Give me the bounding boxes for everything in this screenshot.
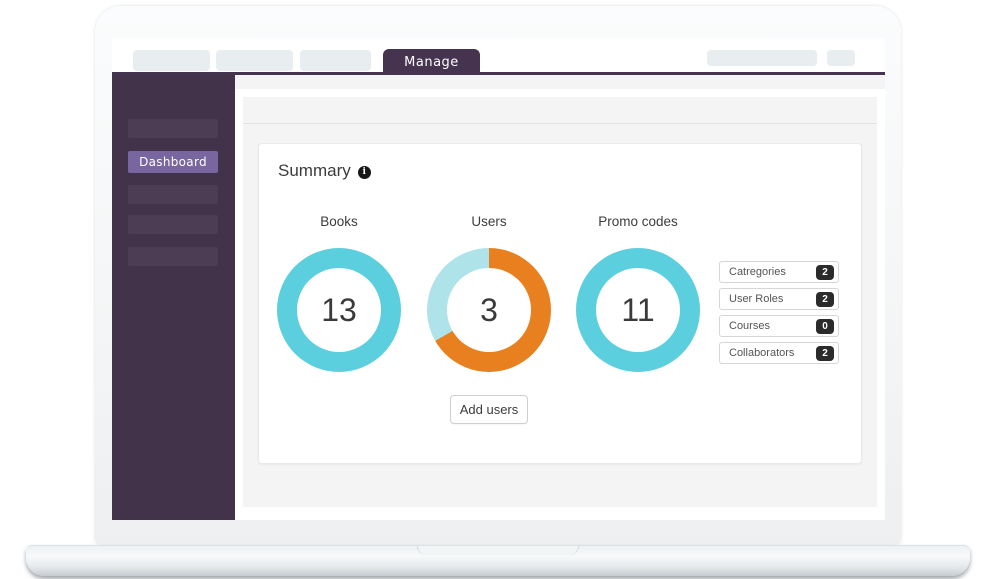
tab-placeholder-3[interactable] <box>300 50 371 71</box>
summary-card: Summary i Books Users Promo codes 13 <box>258 143 862 464</box>
stat-item-courses[interactable]: Courses 0 <box>719 315 839 337</box>
donut-value-users: 3 <box>480 292 498 329</box>
topbar-placeholder-right-1 <box>707 50 817 66</box>
tab-manage[interactable]: Manage <box>383 49 480 75</box>
sidebar: Dashboard <box>112 75 235 520</box>
stat-item-user-roles[interactable]: User Roles 2 <box>719 288 839 310</box>
donut-chart-promo-codes: 11 <box>576 248 700 372</box>
laptop-base-notch <box>417 546 579 555</box>
topbar-placeholder-right-2 <box>827 50 855 66</box>
sidebar-item-placeholder-1[interactable] <box>128 119 218 138</box>
stat-count-badge: 0 <box>816 319 834 334</box>
donut-value-books: 13 <box>321 292 357 329</box>
tabbar-underline <box>112 72 885 75</box>
info-icon[interactable]: i <box>358 166 371 179</box>
chart-label-users: Users <box>427 214 551 229</box>
tab-placeholder-2[interactable] <box>216 50 293 71</box>
stat-label: Collaborators <box>729 347 794 359</box>
donut-chart-users: 3 <box>427 248 551 372</box>
stat-count-badge: 2 <box>816 292 834 307</box>
stat-list: Catregories 2 User Roles 2 Courses 0 <box>719 261 839 369</box>
stat-count-badge: 2 <box>816 265 834 280</box>
sidebar-item-placeholder-2[interactable] <box>128 185 218 204</box>
sidebar-item-placeholder-4[interactable] <box>128 247 218 266</box>
summary-title: Summary <box>278 161 351 181</box>
tab-placeholder-1[interactable] <box>133 50 210 71</box>
donut-chart-books: 13 <box>277 248 401 372</box>
laptop-base <box>26 545 970 576</box>
sidebar-item-placeholder-3[interactable] <box>128 215 218 234</box>
chart-label-books: Books <box>277 214 401 229</box>
donut-hole: 11 <box>596 268 680 352</box>
stat-count-badge: 2 <box>816 346 834 361</box>
laptop-frame: Manage Dashboard Su <box>95 6 901 545</box>
add-users-button[interactable]: Add users <box>450 395 528 424</box>
donut-hole: 13 <box>297 268 381 352</box>
content-top-strip <box>235 75 885 89</box>
page: Manage Dashboard Su <box>0 0 997 579</box>
chart-label-promo-codes: Promo codes <box>576 214 700 229</box>
content-panel: Summary i Books Users Promo codes 13 <box>243 97 877 507</box>
donut-value-promo-codes: 11 <box>621 292 654 329</box>
stat-item-categories[interactable]: Catregories 2 <box>719 261 839 283</box>
top-tab-bar: Manage <box>112 38 885 72</box>
sidebar-item-dashboard[interactable]: Dashboard <box>128 151 218 173</box>
main-content: Summary i Books Users Promo codes 13 <box>235 75 885 520</box>
stat-label: Catregories <box>729 266 786 278</box>
stat-label: Courses <box>729 320 770 332</box>
stat-label: User Roles <box>729 293 783 305</box>
laptop-screen: Manage Dashboard Su <box>112 38 885 520</box>
donut-hole: 3 <box>447 268 531 352</box>
panel-header <box>243 97 877 124</box>
stat-item-collaborators[interactable]: Collaborators 2 <box>719 342 839 364</box>
